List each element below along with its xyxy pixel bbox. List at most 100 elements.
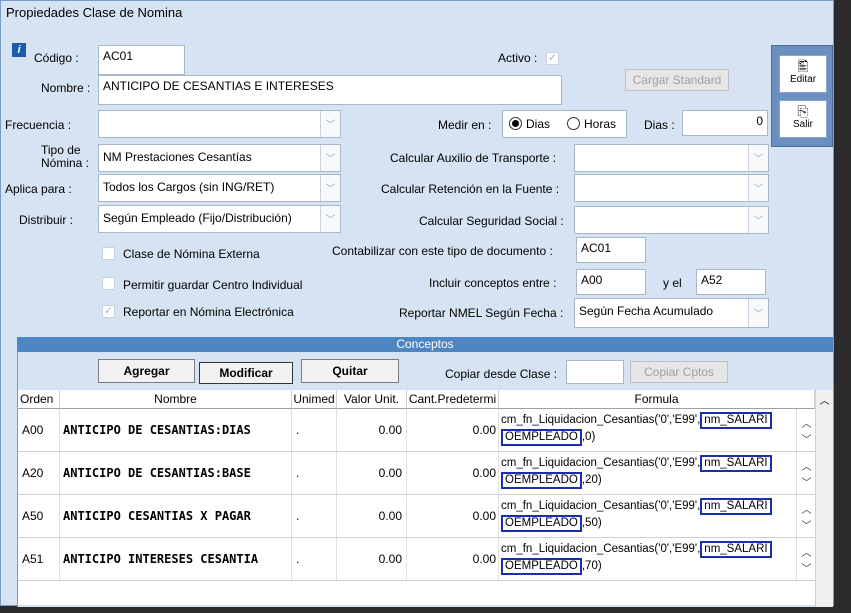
cell-orden: A00 (18, 409, 60, 451)
cell-unimed: . (292, 538, 337, 580)
tipo-nomina-select[interactable]: NM Prestaciones Cesantías ﹀ (98, 144, 341, 172)
copiar-label: Copiar desde Clase : (445, 367, 558, 381)
electronica-label: Reportar en Nómina Electrónica (123, 305, 294, 319)
info-icon: i (12, 43, 26, 57)
aux-transporte-select[interactable]: ﹀ (574, 144, 769, 172)
cell-nombre: ANTICIPO DE CESANTIAS:BASE (60, 452, 292, 494)
electronica-checkbox[interactable]: ✓ (102, 305, 115, 318)
incluir-to-field[interactable]: A52 (696, 269, 766, 295)
centro-checkbox[interactable] (102, 277, 115, 290)
cell-cant: 0.00 (407, 495, 499, 537)
col-nombre[interactable]: Nombre (60, 390, 292, 409)
exit-icon: ⎘ (797, 103, 809, 119)
chevron-up-icon[interactable]: ︿ (801, 458, 812, 473)
col-orden[interactable]: Orden (18, 390, 60, 409)
table-scrollbar[interactable]: ︿ (815, 390, 833, 607)
chevron-down-icon[interactable]: ﹀ (801, 517, 812, 532)
formula-part: ,70) (581, 560, 602, 572)
col-formula[interactable]: Formula (499, 390, 815, 409)
dias-field[interactable]: 0 (682, 110, 768, 136)
distribuir-label: Distribuir : (19, 213, 74, 227)
cell-nombre: ANTICIPO DE CESANTIAS:DIAS (60, 409, 292, 451)
chevron-down-icon: ﹀ (748, 145, 768, 171)
radio-dias-label: Dias (526, 117, 551, 131)
table-row[interactable]: A51 ANTICIPO INTERESES CESANTIA . 0.00 0… (18, 538, 815, 581)
col-unimed[interactable]: Unimed (292, 390, 337, 409)
medir-label: Medir en : (438, 118, 492, 132)
radio-dot (512, 120, 519, 127)
copiar-field[interactable] (566, 360, 624, 384)
chevron-up-icon[interactable]: ︿ (801, 415, 812, 430)
nombre-field[interactable]: ANTICIPO DE CESANTIAS E INTERESES (98, 75, 562, 105)
contabilizar-label: Contabilizar con este tipo de documento … (332, 244, 553, 258)
cell-cant: 0.00 (407, 538, 499, 580)
aplica-value: Todos los Cargos (sin ING/RET) (103, 180, 275, 194)
distribuir-value: Según Empleado (Fijo/Distribución) (103, 211, 292, 225)
distribuir-select[interactable]: Según Empleado (Fijo/Distribución) ﹀ (98, 205, 341, 233)
cell-unimed: . (292, 452, 337, 494)
radio-dias[interactable] (509, 117, 522, 130)
chevron-up-icon[interactable]: ︿ (801, 501, 812, 516)
dias-label: Dias : (644, 118, 675, 132)
cell-nombre: ANTICIPO CESANTIAS X PAGAR (60, 495, 292, 537)
frecuencia-label: Frecuencia : (5, 118, 72, 132)
editar-button[interactable]: 🖺 Editar (779, 55, 827, 93)
activo-checkbox[interactable]: ✓ (546, 52, 559, 65)
col-cant[interactable]: Cant.Predetermi (407, 390, 499, 409)
chevron-down-icon: ﹀ (320, 175, 340, 201)
tipo-nomina-value: NM Prestaciones Cesantías (103, 150, 252, 164)
formula-part: ,0) (581, 431, 596, 443)
salir-button[interactable]: ⎘ Salir (779, 100, 827, 138)
table-row[interactable]: A00 ANTICIPO DE CESANTIAS:DIAS . 0.00 0.… (18, 409, 815, 452)
externa-label: Clase de Nómina Externa (123, 247, 260, 261)
aplica-label: Aplica para : (5, 182, 72, 196)
retencion-label: Calcular Retención en la Fuente : (381, 182, 560, 196)
cell-cant: 0.00 (407, 409, 499, 451)
col-valor[interactable]: Valor Unit. (337, 390, 407, 409)
formula-highlight: nm_SALARI (700, 498, 772, 515)
cargar-standard-button[interactable]: Cargar Standard (625, 69, 729, 91)
scroll-up-icon[interactable]: ︿ (816, 392, 833, 407)
radio-horas[interactable] (567, 117, 580, 130)
incluir-and-label: y el (663, 276, 682, 290)
formula-part: cm_fn_Liquidacion_Cesantias('0','E99', (501, 457, 701, 469)
radio-horas-label: Horas (584, 117, 617, 131)
frecuencia-select[interactable]: ﹀ (98, 110, 341, 138)
formula-highlight: OEMPLEADO (501, 429, 582, 446)
incluir-from-field[interactable]: A00 (576, 269, 646, 295)
cell-orden: A50 (18, 495, 60, 537)
chevron-down-icon[interactable]: ﹀ (801, 431, 812, 446)
nombre-label: Nombre : (41, 81, 91, 95)
copiar-cptos-button[interactable]: Copiar Cptos (630, 361, 728, 383)
chevron-down-icon[interactable]: ﹀ (801, 474, 812, 489)
table-row[interactable]: A20 ANTICIPO DE CESANTIAS:BASE . 0.00 0.… (18, 452, 815, 495)
contabilizar-field[interactable]: AC01 (576, 237, 646, 263)
seg-social-select[interactable]: ﹀ (574, 206, 769, 234)
externa-checkbox[interactable] (102, 247, 115, 260)
tipo-label-line2: Nómina : (41, 156, 90, 170)
centro-label: Permitir guardar Centro Individual (123, 278, 303, 292)
formula-highlight: nm_SALARI (700, 541, 772, 558)
aplica-select[interactable]: Todos los Cargos (sin ING/RET) ﹀ (98, 174, 341, 202)
activo-label: Activo : (498, 51, 538, 65)
formula-highlight: nm_SALARI (700, 412, 772, 429)
formula-part: cm_fn_Liquidacion_Cesantias('0','E99', (501, 543, 701, 555)
chevron-down-icon: ﹀ (748, 207, 768, 233)
edit-icon: 🖺 (797, 58, 809, 74)
cell-orden: A51 (18, 538, 60, 580)
chevron-up-icon[interactable]: ︿ (801, 544, 812, 559)
medir-group: Dias Horas (502, 110, 627, 138)
retencion-select[interactable]: ﹀ (574, 174, 769, 202)
agregar-button[interactable]: Agregar (98, 359, 195, 383)
quitar-button[interactable]: Quitar (301, 359, 399, 383)
chevron-down-icon: ﹀ (320, 206, 340, 232)
modificar-button[interactable]: Modificar (199, 362, 293, 384)
cell-valor: 0.00 (337, 538, 407, 580)
nmel-value: Según Fecha Acumulado (579, 304, 714, 318)
cell-orden: A20 (18, 452, 60, 494)
table-row[interactable]: A50 ANTICIPO CESANTIAS X PAGAR . 0.00 0.… (18, 495, 815, 538)
codigo-field[interactable]: AC01 (98, 45, 185, 75)
nmel-select[interactable]: Según Fecha Acumulado ﹀ (574, 298, 769, 328)
chevron-down-icon[interactable]: ﹀ (801, 560, 812, 575)
properties-window: Propiedades Clase de Nomina i Código : A… (0, 0, 834, 607)
